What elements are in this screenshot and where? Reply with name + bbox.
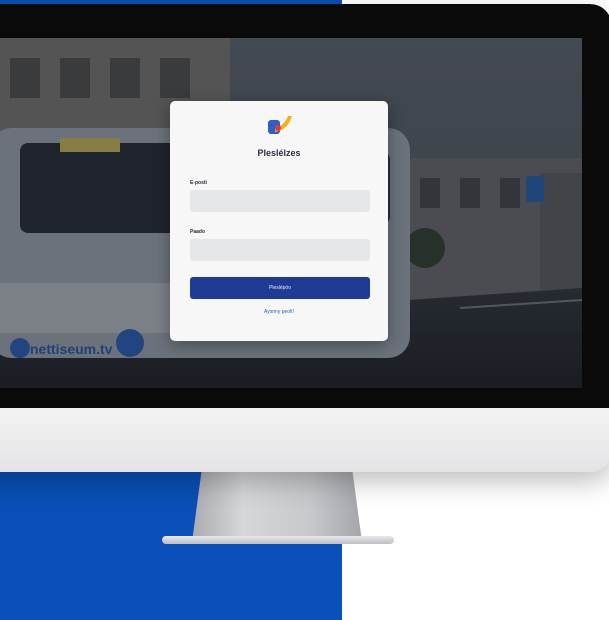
monitor-stand-base xyxy=(162,536,394,544)
email-label: E-posti xyxy=(190,180,207,186)
password-label: Paado xyxy=(190,229,206,235)
monitor-stand-neck xyxy=(192,466,362,542)
login-card: Pleslélzes E-posti Paado Pleslépöo Aysnn… xyxy=(170,101,388,341)
brand-logo-icon xyxy=(268,116,292,134)
login-button[interactable]: Pleslépöo xyxy=(190,277,370,299)
forgot-password-link[interactable]: Aysnny peolt! xyxy=(170,309,388,315)
monitor-chin xyxy=(0,408,609,472)
email-field[interactable] xyxy=(190,190,370,212)
marketing-scene: nettiseum.tv Pleslélzes E-posti Paado Pl… xyxy=(0,0,609,620)
login-title: Pleslélzes xyxy=(257,148,301,158)
password-field[interactable] xyxy=(190,239,370,261)
